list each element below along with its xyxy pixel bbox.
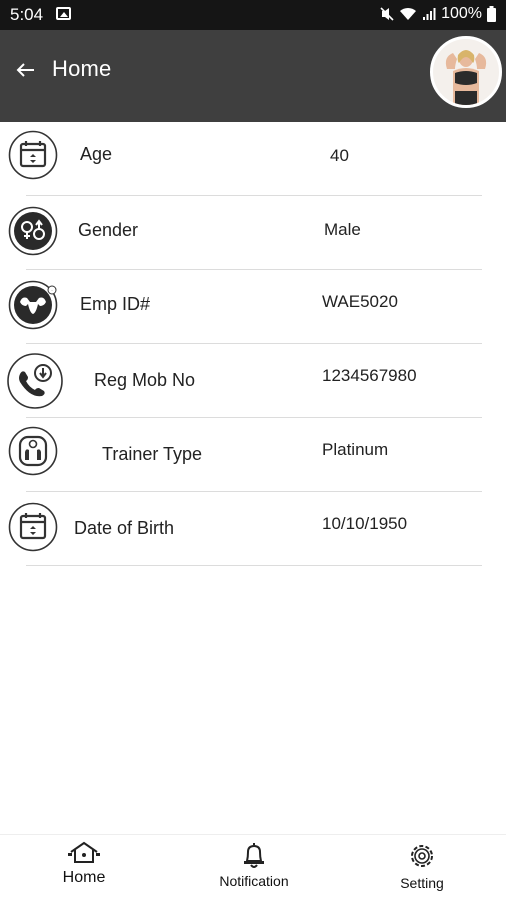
bottom-navigation: Home Notification Setting bbox=[0, 834, 506, 901]
page-title: Home bbox=[52, 56, 112, 81]
image-notification-icon bbox=[56, 7, 71, 20]
nav-label: Notification bbox=[219, 873, 289, 889]
avatar[interactable] bbox=[430, 36, 502, 108]
row-reg-mob: Reg Mob No 1234567980 bbox=[0, 344, 506, 418]
gear-icon bbox=[411, 845, 433, 867]
bell-icon bbox=[244, 843, 264, 868]
nav-label: Setting bbox=[400, 875, 444, 891]
nav-notification[interactable]: Notification bbox=[206, 841, 302, 889]
battery-percent: 100% bbox=[441, 5, 482, 22]
row-label: Trainer Type bbox=[102, 444, 203, 464]
phone-icon bbox=[7, 352, 63, 409]
row-label: Gender bbox=[78, 220, 139, 240]
row-value: 10/10/1950 bbox=[322, 514, 408, 533]
row-value: Platinum bbox=[322, 440, 389, 459]
calendar-icon bbox=[8, 502, 58, 552]
calendar-icon bbox=[8, 130, 58, 180]
nav-home[interactable]: Home bbox=[54, 841, 114, 887]
mute-icon bbox=[380, 7, 394, 21]
svg-text:·: · bbox=[51, 288, 52, 293]
wifi-icon bbox=[400, 7, 417, 20]
row-value: WAE5020 bbox=[322, 292, 398, 311]
status-indicators: 100% bbox=[380, 5, 496, 23]
row-value: Male bbox=[324, 220, 361, 239]
home-icon bbox=[68, 841, 100, 863]
row-trainer-type: Trainer Type Platinum bbox=[0, 418, 506, 492]
row-label: Age bbox=[80, 144, 113, 164]
row-label: Emp ID# bbox=[80, 294, 151, 314]
arrow-left-icon[interactable] bbox=[14, 58, 38, 82]
divider bbox=[26, 565, 482, 566]
row-date-of-birth: Date of Birth 10/10/1950 bbox=[0, 492, 506, 566]
profile-photo bbox=[433, 39, 499, 105]
row-value: 40 bbox=[330, 146, 349, 165]
nav-setting[interactable]: Setting bbox=[392, 841, 452, 891]
status-bar: 5:04 100% bbox=[0, 0, 506, 30]
row-emp-id: · Emp ID# WAE5020 bbox=[0, 270, 506, 344]
row-label: Date of Birth bbox=[74, 518, 175, 538]
row-age: Age 40 bbox=[0, 122, 506, 196]
status-time: 5:04 bbox=[10, 5, 44, 24]
battery-icon bbox=[487, 6, 496, 22]
muscle-icon: · bbox=[8, 280, 58, 330]
gender-icon bbox=[8, 206, 58, 256]
nav-label: Home bbox=[62, 869, 106, 886]
top-app-bar: Home bbox=[0, 30, 506, 122]
row-label: Reg Mob No bbox=[94, 370, 196, 390]
row-gender: Gender Male bbox=[0, 196, 506, 270]
row-value: 1234567980 bbox=[322, 366, 417, 385]
signal-icon bbox=[423, 8, 436, 20]
scale-icon bbox=[8, 426, 58, 476]
